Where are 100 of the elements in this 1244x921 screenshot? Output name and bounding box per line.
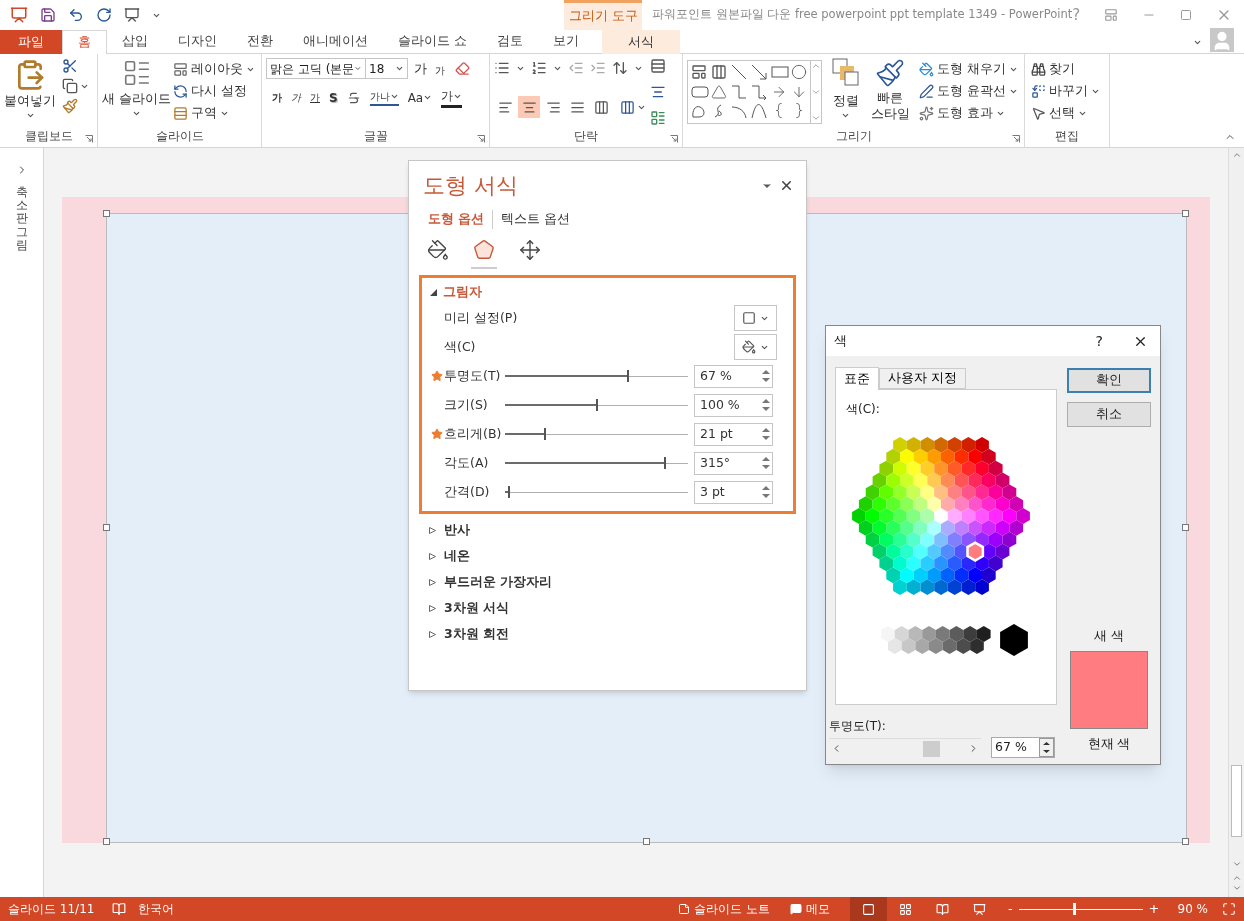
- resize-handle[interactable]: [103, 838, 110, 845]
- paste-button[interactable]: 붙여넣기: [4, 58, 56, 127]
- cancel-button[interactable]: 취소: [1067, 402, 1151, 427]
- ribbon-tab[interactable]: 파일: [0, 30, 62, 54]
- resize-handle[interactable]: [642, 838, 650, 845]
- quick-styles-button[interactable]: 빠른 스타일: [867, 58, 913, 127]
- ribbon-tab[interactable]: 슬라이드 쇼: [383, 29, 482, 53]
- font-size-field[interactable]: 18: [366, 58, 408, 79]
- zoom-in-button[interactable]: +: [1148, 899, 1160, 919]
- increase-indent-icon[interactable]: [590, 60, 606, 76]
- section-header[interactable]: 3차원 서식: [429, 595, 806, 622]
- spin-field[interactable]: 67 %: [694, 364, 773, 388]
- section-header[interactable]: 네온: [429, 543, 806, 570]
- fit-slide-icon[interactable]: [1222, 902, 1236, 916]
- section-header[interactable]: 부드러운 가장자리: [429, 569, 806, 596]
- arrange-button[interactable]: 정렬: [828, 58, 863, 127]
- next-slide-icon[interactable]: [1231, 883, 1242, 893]
- font-name-field[interactable]: 맑은 고딕 (본문: [266, 58, 366, 79]
- pane-tab[interactable]: 텍스트 옵션: [492, 210, 579, 229]
- slider-thumb[interactable]: [544, 428, 547, 441]
- spelling-icon[interactable]: [112, 902, 127, 916]
- save-icon[interactable]: [40, 7, 56, 23]
- numbering-icon[interactable]: [531, 60, 547, 76]
- comments-button[interactable]: 메모: [789, 900, 830, 918]
- resize-handle[interactable]: [1182, 210, 1189, 217]
- slider-track[interactable]: [505, 399, 688, 412]
- spin-field[interactable]: 100 %: [694, 393, 773, 417]
- zoom-slider-track[interactable]: [1018, 903, 1143, 915]
- spin-field[interactable]: 315°: [694, 451, 773, 475]
- find-button[interactable]: 찾기: [1029, 58, 1102, 80]
- clear-formatting-icon[interactable]: [455, 61, 470, 76]
- notes-button[interactable]: 슬라이드 노트: [678, 900, 770, 918]
- columns-icon[interactable]: [620, 99, 635, 115]
- slider-track[interactable]: [505, 370, 688, 383]
- zoom-level[interactable]: 90 %: [1177, 900, 1208, 918]
- redo-icon[interactable]: [96, 7, 112, 23]
- slider-thumb[interactable]: [507, 486, 510, 499]
- slider-track[interactable]: [505, 428, 688, 441]
- section-header[interactable]: 3차원 회전: [429, 621, 806, 648]
- dialog-tab[interactable]: 사용자 지정: [879, 368, 966, 389]
- language-label[interactable]: 한국어: [138, 900, 175, 918]
- dialog-launcher-icon[interactable]: [1012, 135, 1020, 143]
- section-button[interactable]: 구역: [171, 102, 257, 124]
- zoom-out-button[interactable]: -: [1007, 899, 1013, 919]
- slider-thumb[interactable]: [664, 457, 667, 470]
- resize-handle[interactable]: [1182, 524, 1189, 531]
- dialog-launcher-icon[interactable]: [670, 135, 678, 143]
- bullets-icon[interactable]: [494, 60, 510, 76]
- large-hexagon-swatch[interactable]: [1000, 624, 1028, 656]
- slider-track[interactable]: [505, 486, 688, 499]
- reset-button[interactable]: 다시 설정: [171, 80, 257, 102]
- pane-tab[interactable]: 도형 옵션: [427, 210, 493, 229]
- grow-font-button[interactable]: 가: [414, 58, 427, 79]
- close-icon[interactable]: [779, 178, 794, 193]
- resize-handle[interactable]: [1182, 838, 1189, 845]
- spacing-button[interactable]: 가나: [369, 89, 399, 106]
- dialog-launcher-icon[interactable]: [477, 135, 485, 143]
- ribbon-tab[interactable]: 검토: [482, 29, 538, 53]
- resize-handle[interactable]: [103, 210, 110, 217]
- undo-icon[interactable]: [68, 7, 84, 23]
- shadow-button[interactable]: S: [329, 88, 338, 107]
- align-text-icon[interactable]: [650, 84, 666, 100]
- previous-slide-icon[interactable]: [1231, 873, 1242, 883]
- align-button[interactable]: [518, 96, 540, 118]
- slideshow-icon[interactable]: [124, 7, 140, 23]
- spin-field[interactable]: 21 pt: [694, 422, 773, 446]
- ribbon-tab[interactable]: 애니메이션: [288, 29, 383, 53]
- ribbon-tab[interactable]: 삽입: [107, 29, 163, 53]
- italic-button[interactable]: 가: [291, 90, 301, 105]
- layout-button[interactable]: 레이아웃: [171, 58, 257, 80]
- bold-button[interactable]: 가: [272, 90, 282, 105]
- underline-button[interactable]: 가: [310, 90, 320, 105]
- slider-thumb[interactable]: [626, 370, 629, 383]
- change-case-button[interactable]: Aa: [407, 88, 433, 107]
- scroll-thumb[interactable]: [1231, 765, 1242, 837]
- section-header[interactable]: 그림자: [430, 281, 482, 304]
- ribbon-display-icon[interactable]: [1104, 8, 1119, 22]
- scroll-thumb[interactable]: [922, 740, 940, 757]
- ok-button[interactable]: 확인: [1067, 368, 1151, 393]
- grayscale-swatches-drawing[interactable]: [881, 626, 991, 654]
- resize-handle[interactable]: [103, 524, 110, 531]
- ribbon-tab[interactable]: 디자인: [163, 29, 232, 53]
- slider-thumb[interactable]: [595, 399, 598, 412]
- strikethrough-icon[interactable]: [346, 90, 361, 105]
- slider-track[interactable]: [505, 457, 688, 470]
- view-button[interactable]: [849, 897, 887, 921]
- shrink-font-button[interactable]: 가: [435, 62, 445, 78]
- shape-outline-button[interactable]: 도형 윤곽선: [917, 80, 1020, 102]
- font-color-button[interactable]: 가: [441, 87, 463, 108]
- dialog-tab[interactable]: 표준: [835, 367, 879, 390]
- spin-field[interactable]: 67 %: [991, 737, 1055, 758]
- new-slide-button[interactable]: 새 슬라이드: [102, 58, 171, 127]
- shape-fill-button[interactable]: 도형 채우기: [917, 58, 1020, 80]
- help-button[interactable]: ?: [1095, 330, 1103, 352]
- line-spacing-icon[interactable]: [612, 60, 628, 76]
- maximize-icon[interactable]: [1180, 9, 1193, 21]
- ribbon-tab[interactable]: 보기: [538, 29, 594, 53]
- pane-icon-tab[interactable]: [471, 238, 497, 269]
- ribbon-tab[interactable]: 전환: [232, 29, 288, 53]
- replace-button[interactable]: 바꾸기: [1029, 80, 1102, 102]
